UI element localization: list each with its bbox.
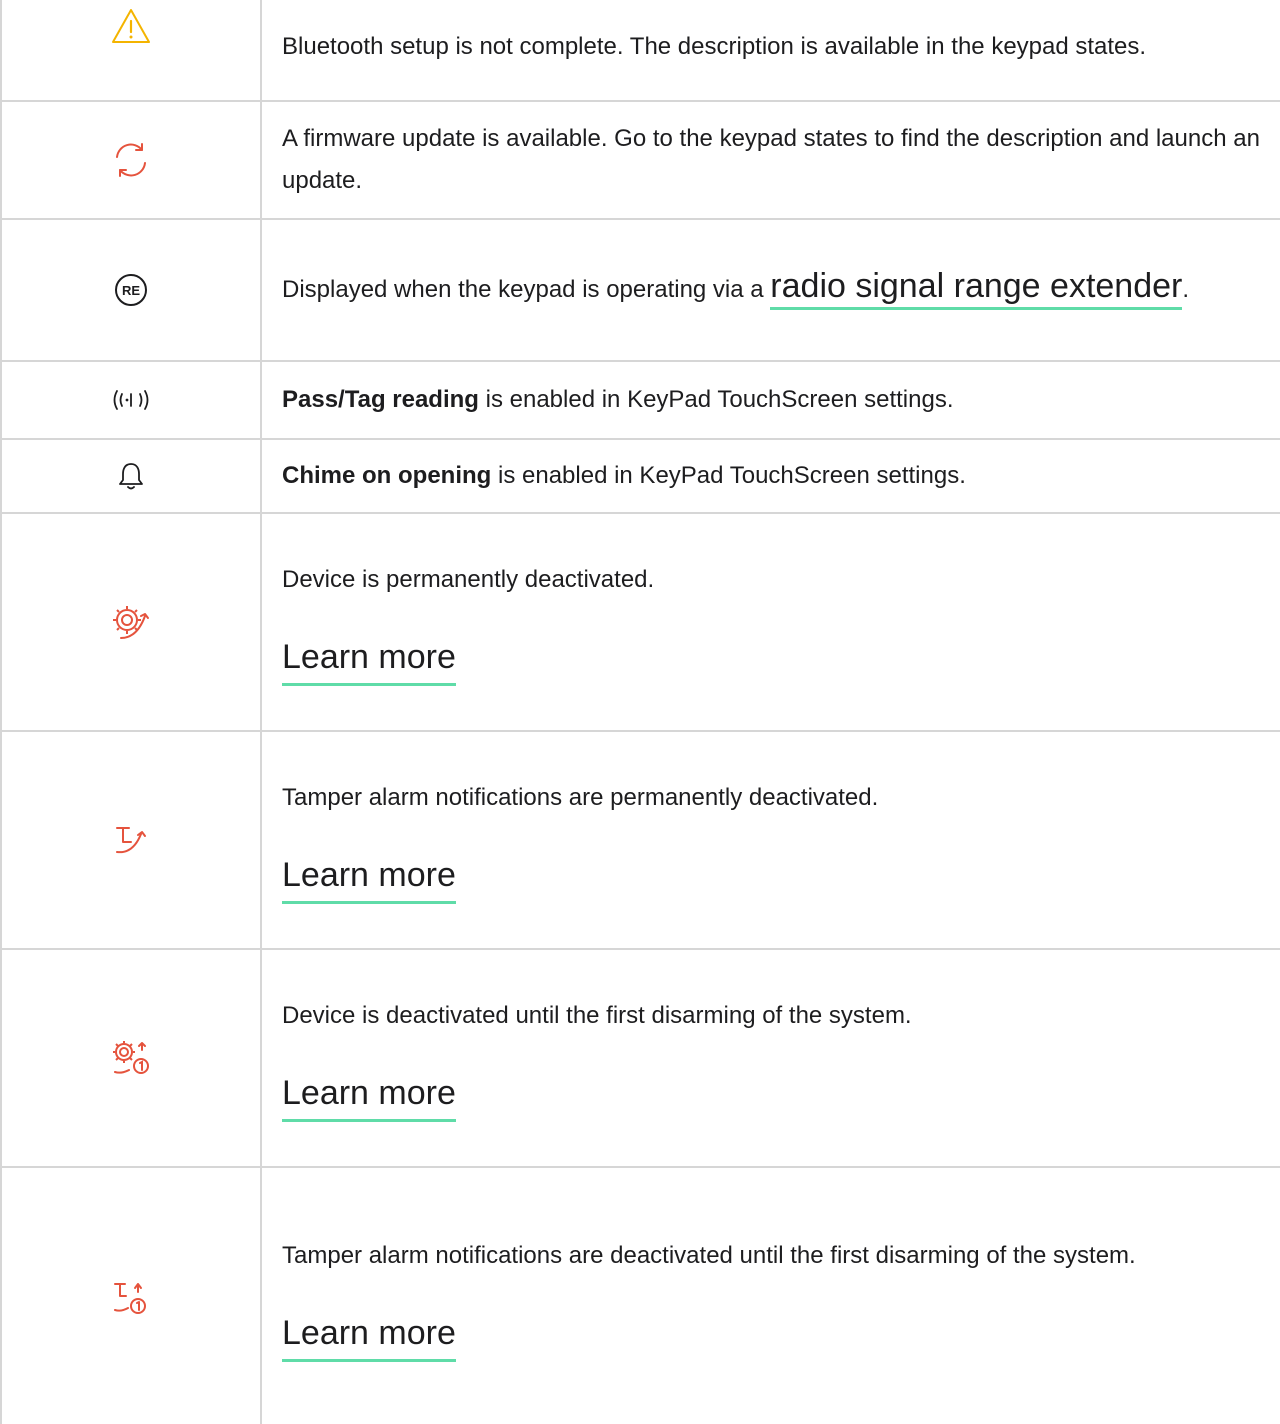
row-description: Chime on opening is enabled in KeyPad To… xyxy=(262,440,1280,512)
icon-cell xyxy=(2,732,262,948)
row-description: Tamper alarm notifications are deactivat… xyxy=(262,1168,1280,1424)
tamper-deactivated-until-disarm-icon xyxy=(111,1278,151,1318)
table-row: A firmware update is available. Go to th… xyxy=(2,102,1280,220)
firmware-update-icon xyxy=(111,140,151,180)
icon-cell: RE xyxy=(2,220,262,360)
row-description: Device is permanently deactivated. Learn… xyxy=(262,514,1280,730)
bell-icon xyxy=(117,461,145,491)
row-description: Device is deactivated until the first di… xyxy=(262,950,1280,1166)
icon-cell xyxy=(2,950,262,1166)
learn-more-link[interactable]: Learn more xyxy=(282,633,456,686)
description-text: Device is deactivated until the first di… xyxy=(282,1001,912,1029)
description-text: Bluetooth setup is not complete. The des… xyxy=(282,33,1147,60)
description-text: Chime on opening is enabled in KeyPad To… xyxy=(282,455,1262,497)
pass-tag-reading-icon xyxy=(111,388,151,412)
table-row: Device is deactivated until the first di… xyxy=(2,950,1280,1168)
description-text-rest: is enabled in KeyPad TouchScreen setting… xyxy=(491,462,966,489)
row-description: Pass/Tag reading is enabled in KeyPad To… xyxy=(262,362,1280,438)
icon-cell xyxy=(2,514,262,730)
range-extender-link[interactable]: radio signal range extender xyxy=(770,267,1183,310)
description-text: Pass/Tag reading is enabled in KeyPad To… xyxy=(282,379,1262,421)
description-text-before: Displayed when the keypad is operating v… xyxy=(282,276,771,303)
table-row: RE Displayed when the keypad is operatin… xyxy=(2,220,1280,362)
setting-name: Pass/Tag reading xyxy=(282,386,479,413)
description-text-after: . xyxy=(1182,276,1190,303)
row-description: A firmware update is available. Go to th… xyxy=(262,102,1280,218)
icons-table: Bluetooth setup is not complete. The des… xyxy=(0,0,1280,1424)
description-text: Tamper alarm notifications are deactivat… xyxy=(282,1241,1136,1269)
learn-more-link[interactable]: Learn more xyxy=(282,851,456,904)
icon-cell xyxy=(2,102,262,218)
learn-more-link[interactable]: Learn more xyxy=(282,1309,456,1362)
table-row: Bluetooth setup is not complete. The des… xyxy=(2,0,1280,102)
device-deactivated-icon xyxy=(109,602,153,642)
description-text: A firmware update is available. Go to th… xyxy=(282,125,1260,194)
description-text: Device is permanently deactivated. xyxy=(282,565,655,593)
table-row: Chime on opening is enabled in KeyPad To… xyxy=(2,440,1280,514)
setting-name: Chime on opening xyxy=(282,462,492,489)
row-description: Bluetooth setup is not complete. The des… xyxy=(262,0,1280,100)
tamper-deactivated-icon xyxy=(111,822,151,858)
table-row: Pass/Tag reading is enabled in KeyPad To… xyxy=(2,362,1280,440)
table-row: Device is permanently deactivated. Learn… xyxy=(2,514,1280,732)
description-text-rest: is enabled in KeyPad TouchScreen setting… xyxy=(478,386,954,413)
learn-more-link[interactable]: Learn more xyxy=(282,1069,456,1122)
table-row: Tamper alarm notifications are permanent… xyxy=(2,732,1280,950)
range-extender-icon: RE xyxy=(114,273,148,307)
range-extender-label: RE xyxy=(122,283,140,298)
icon-cell xyxy=(2,1168,262,1424)
row-description: Displayed when the keypad is operating v… xyxy=(262,220,1280,360)
warning-triangle-icon xyxy=(111,8,151,44)
device-deactivated-until-disarm-icon xyxy=(109,1038,153,1078)
icon-cell xyxy=(2,0,262,100)
description-text: Tamper alarm notifications are permanent… xyxy=(282,783,879,811)
table-row: Tamper alarm notifications are deactivat… xyxy=(2,1168,1280,1424)
row-description: Tamper alarm notifications are permanent… xyxy=(262,732,1280,948)
description-text: Displayed when the keypad is operating v… xyxy=(282,262,1262,318)
icon-cell xyxy=(2,440,262,512)
icon-cell xyxy=(2,362,262,438)
